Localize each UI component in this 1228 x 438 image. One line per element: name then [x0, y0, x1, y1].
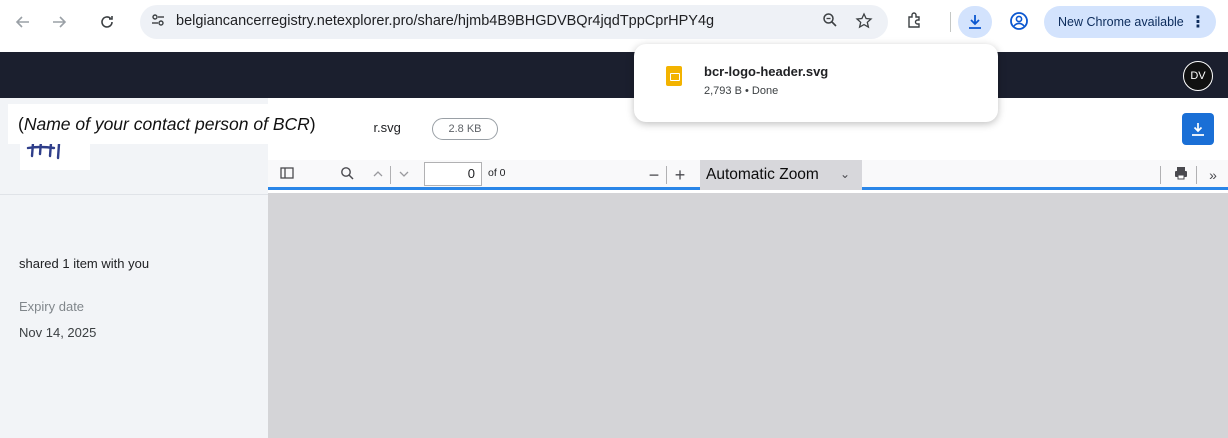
contact-person-box: (Name of your contact person of BCR): [8, 104, 374, 144]
toolbar-separator: [666, 166, 667, 184]
new-chrome-available-button[interactable]: New Chrome available ⋮: [1044, 6, 1216, 38]
toolbar-separator: [390, 166, 391, 184]
expiry-label: Expiry date: [19, 299, 85, 314]
reload-icon: [101, 16, 113, 28]
bookmark-star-icon[interactable]: [854, 12, 874, 32]
downloaded-file-name[interactable]: bcr-logo-header.svg: [704, 64, 828, 79]
new-chrome-label: New Chrome available: [1058, 15, 1184, 29]
address-bar[interactable]: belgiancancerregistry.netexplorer.pro/sh…: [140, 5, 888, 39]
next-page-icon[interactable]: [396, 165, 412, 185]
toolbar-separator: [1196, 166, 1197, 184]
site-info-icon[interactable]: [148, 12, 168, 32]
forward-arrow-icon: [53, 16, 67, 28]
page-count-label: of 0: [488, 167, 506, 179]
zoom-in-button[interactable]: +: [672, 165, 688, 185]
find-search-icon[interactable]: [338, 165, 356, 185]
shared-items-text: shared 1 item with you: [19, 256, 150, 271]
sidebar: shared 1 item with you Expiry date Nov 1…: [0, 98, 268, 438]
sidebar-divider: [0, 194, 268, 195]
download-status: 2,793 B • Done: [704, 85, 779, 97]
toolbar-separator: [1160, 166, 1161, 184]
back-arrow-icon: [15, 16, 29, 28]
app-header: DV: [0, 52, 1228, 98]
contact-person-name: Name of your contact person of BCR: [23, 114, 310, 134]
forward-button[interactable]: [48, 11, 70, 33]
browser-toolbar: belgiancancerregistry.netexplorer.pro/sh…: [0, 0, 1228, 44]
zoom-out-button[interactable]: −: [646, 165, 662, 185]
document-viewer[interactable]: [268, 193, 1228, 438]
download-icon: [969, 15, 981, 29]
expiry-date: Nov 14, 2025: [19, 325, 97, 340]
download-file-button[interactable]: [1182, 113, 1214, 145]
zoom-select[interactable]: Automatic Zoom ⌄: [700, 160, 862, 190]
toolbar-divider: [950, 12, 951, 32]
download-icon: [1192, 123, 1204, 136]
pdf-toolbar: 0 of 0 − + Automatic Zoom ⌄ »: [268, 160, 1228, 190]
avatar[interactable]: DV: [1183, 61, 1213, 91]
file-icon: [666, 66, 682, 86]
download-bubble[interactable]: bcr-logo-header.svg 2,793 B • Done: [634, 44, 998, 122]
url-text[interactable]: belgiancancerregistry.netexplorer.pro/sh…: [176, 13, 714, 29]
file-size-badge: 2.8 KB: [432, 118, 498, 140]
page-number-input[interactable]: 0: [424, 162, 482, 186]
sidebar-toggle-icon[interactable]: [278, 165, 296, 185]
zoom-value: Automatic Zoom: [706, 166, 819, 183]
reload-button[interactable]: [96, 11, 118, 33]
more-tools-icon[interactable]: »: [1204, 165, 1222, 185]
zoom-magnifier-icon[interactable]: [820, 12, 840, 32]
file-preview-area: bcr-logo-header.svg 2.8 KB 0 of 0 − + Au…: [268, 98, 1228, 438]
previous-page-icon[interactable]: [370, 165, 386, 185]
print-icon[interactable]: [1172, 165, 1190, 185]
contact-person-text: (Name of your contact person of BCR): [18, 114, 316, 134]
more-menu-icon[interactable]: ⋮: [1190, 12, 1206, 32]
extensions-icon[interactable]: [904, 11, 926, 33]
profile-icon[interactable]: [1008, 11, 1030, 33]
downloads-button[interactable]: [958, 6, 992, 38]
chevron-down-icon: ⌄: [840, 167, 851, 181]
back-button[interactable]: [12, 11, 34, 33]
